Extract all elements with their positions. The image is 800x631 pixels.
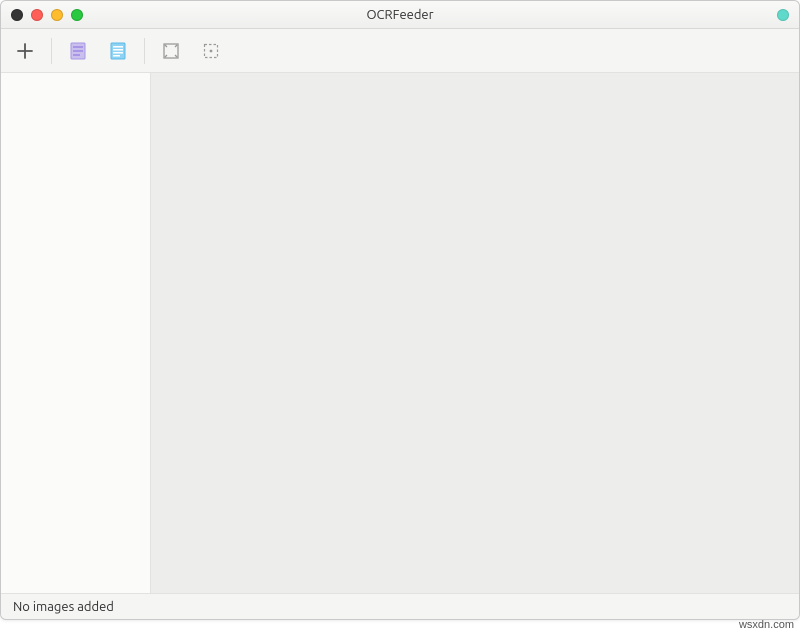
watermark: wsxdn.com <box>739 619 794 631</box>
document-text-icon <box>108 41 128 61</box>
selection-icon <box>202 42 220 60</box>
content-area <box>1 73 799 593</box>
titlebar: OCRFeeder <box>1 1 799 29</box>
image-list-sidebar[interactable] <box>1 73 151 593</box>
detect-layout-button[interactable] <box>60 33 96 69</box>
app-window: OCRFeeder <box>0 0 800 620</box>
zoom-selection-button[interactable] <box>193 33 229 69</box>
add-image-button[interactable] <box>7 33 43 69</box>
minimize-button[interactable] <box>51 9 63 21</box>
plus-icon <box>16 42 34 60</box>
toolbar-separator <box>51 38 52 64</box>
statusbar: No images added <box>1 593 799 619</box>
recognize-text-button[interactable] <box>100 33 136 69</box>
toolbar <box>1 29 799 73</box>
window-controls <box>11 9 83 21</box>
layout-icon <box>68 41 88 61</box>
main-canvas[interactable] <box>151 73 799 593</box>
fit-icon <box>162 42 180 60</box>
close-button[interactable] <box>31 9 43 21</box>
toolbar-separator <box>144 38 145 64</box>
status-message: No images added <box>13 600 114 614</box>
zoom-fit-button[interactable] <box>153 33 189 69</box>
app-menu-icon[interactable] <box>11 9 23 21</box>
window-title: OCRFeeder <box>1 8 799 22</box>
maximize-button[interactable] <box>71 9 83 21</box>
status-indicator-icon <box>777 9 789 21</box>
